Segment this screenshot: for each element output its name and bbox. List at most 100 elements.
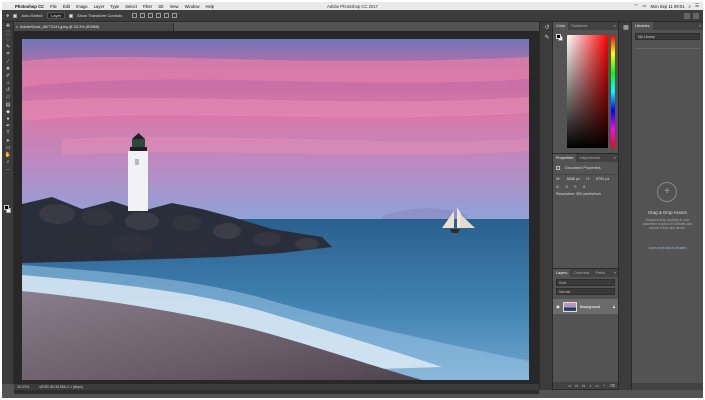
brush-settings-icon[interactable]: ✎ — [540, 32, 554, 42]
menu-window[interactable]: Window — [182, 4, 203, 9]
menu-type[interactable]: Type — [107, 4, 122, 9]
panel-menu-icon[interactable]: ≡ — [614, 22, 618, 30]
move-tool-icon[interactable]: ✥ — [2, 22, 14, 29]
menu-3d[interactable]: 3D — [155, 4, 166, 9]
clock[interactable]: Mon Sep 11 09:01 — [651, 4, 685, 9]
eyedropper-tool-icon[interactable]: ⁄ — [2, 58, 14, 65]
canvas-area[interactable] — [14, 31, 539, 384]
wifi-icon[interactable]: ◠ — [634, 3, 638, 9]
align-center-icon[interactable] — [164, 13, 170, 18]
zoom-tool-icon[interactable]: ⌕ — [2, 159, 14, 166]
align-bottom-icon[interactable] — [148, 13, 154, 18]
layer-row[interactable]: ◉ Background 🔒︎ — [553, 299, 618, 314]
align-left-icon[interactable] — [156, 13, 162, 18]
lock-icon[interactable]: 🔒︎ — [613, 304, 618, 309]
document-tab[interactable]: × AdobeStock_86772341.jpeg @ 33.3% (RGB/… — [14, 23, 174, 31]
path-select-icon[interactable]: ➤ — [2, 137, 14, 144]
more-tools-icon[interactable]: … — [2, 166, 14, 173]
align-buttons — [132, 13, 178, 18]
panel-menu-icon[interactable]: ≡ — [614, 154, 618, 162]
blur-tool-icon[interactable]: ◆ — [2, 108, 14, 115]
panel-menu-icon[interactable]: ≡ — [699, 22, 703, 30]
learn-more-link[interactable]: Learn more about Libraries — [632, 246, 703, 250]
show-transform-checkbox[interactable] — [69, 13, 74, 18]
foreground-color-chip[interactable] — [556, 34, 561, 39]
close-icon[interactable]: × — [16, 23, 18, 31]
menu-edit[interactable]: Edit — [60, 4, 73, 9]
fx-icon[interactable]: fx — [575, 383, 578, 388]
menu-view[interactable]: View — [167, 4, 182, 9]
menu-layer[interactable]: Layer — [91, 4, 107, 9]
height-value[interactable]: 5792 px — [596, 177, 610, 181]
layers-panel: Layers Channels Paths ≡ Kind Normal ◉ Ba… — [553, 269, 618, 390]
document-icon — [556, 166, 560, 170]
foreground-color-swatch[interactable] — [4, 205, 9, 210]
pen-tool-icon[interactable]: ✒ — [2, 123, 14, 130]
menu-help[interactable]: Help — [203, 4, 218, 9]
x-value[interactable]: 0 — [566, 185, 568, 189]
healing-brush-icon[interactable]: ✚ — [2, 65, 14, 72]
menu-select[interactable]: Select — [122, 4, 140, 9]
marquee-tool-icon[interactable]: ⬚ — [2, 29, 14, 36]
search-icon[interactable] — [684, 12, 690, 19]
tab-libraries[interactable]: Libraries — [632, 22, 653, 30]
menu-list-icon[interactable]: ☰ — [695, 3, 699, 9]
history-brush-icon[interactable]: ↺ — [2, 87, 14, 94]
properties-header: Document Properties — [553, 162, 618, 175]
menu-file[interactable]: File — [47, 4, 60, 9]
menu-image[interactable]: Image — [73, 4, 91, 9]
layer-name[interactable]: Background — [580, 305, 600, 309]
rectangle-tool-icon[interactable]: ▭ — [2, 144, 14, 151]
library-search-input[interactable] — [635, 43, 700, 49]
gradient-tool-icon[interactable]: ▤ — [2, 101, 14, 108]
adjustment-icon[interactable]: ◑ — [589, 383, 591, 388]
y-value[interactable]: 0 — [583, 185, 585, 189]
quick-select-tool-icon[interactable]: ✎ — [2, 44, 14, 51]
history-icon[interactable]: ↺ — [540, 22, 554, 32]
workspace-icon[interactable] — [693, 12, 699, 19]
width-value[interactable]: 8688 px — [567, 177, 581, 181]
clone-stamp-icon[interactable]: ⊥ — [2, 80, 14, 87]
new-layer-icon[interactable]: + — [603, 383, 605, 388]
brush-tool-icon[interactable]: ✐ — [2, 72, 14, 79]
auto-select-dropdown[interactable]: Layer — [47, 12, 66, 19]
align-middle-icon[interactable] — [140, 13, 146, 18]
align-right-icon[interactable] — [172, 13, 178, 18]
mask-icon[interactable]: ◘ — [582, 383, 584, 388]
tab-swatches[interactable]: Swatches — [568, 22, 590, 30]
libraries-icon[interactable]: ▦ — [619, 22, 633, 32]
dodge-tool-icon[interactable]: ● — [2, 115, 14, 122]
color-picker-field[interactable] — [567, 35, 608, 148]
horizontal-scrollbar[interactable] — [14, 390, 539, 394]
width-label: W: — [556, 177, 561, 181]
photoshop-window: Photoshop CC File Edit Image Layer Type … — [2, 2, 703, 398]
tab-properties[interactable]: Properties — [553, 154, 577, 162]
layer-kind-filter[interactable]: Kind — [556, 279, 615, 286]
link-layers-icon[interactable]: ∞ — [568, 383, 571, 388]
type-tool-icon[interactable]: T — [2, 130, 14, 137]
hand-tool-icon[interactable]: ✋ — [2, 151, 14, 158]
menu-app-name[interactable]: Photoshop CC — [12, 4, 47, 9]
search-icon[interactable]: ⌕ — [688, 4, 691, 9]
library-dropdown[interactable]: My Library — [635, 33, 700, 40]
tab-paths[interactable]: Paths — [592, 269, 608, 277]
lasso-tool-icon[interactable]: ◌ — [2, 36, 14, 43]
folder-icon[interactable]: ▭ — [595, 383, 599, 388]
crop-tool-icon[interactable]: ⌗ — [2, 51, 14, 58]
blend-mode-dropdown[interactable]: Normal — [556, 288, 615, 295]
tab-layers[interactable]: Layers — [553, 269, 571, 277]
battery-icon[interactable]: ▭ — [642, 3, 646, 9]
hue-slider[interactable] — [611, 35, 615, 148]
trash-icon[interactable]: ⌫ — [609, 383, 615, 388]
move-tool-icon[interactable]: ✥ — [6, 13, 9, 18]
visibility-eye-icon[interactable]: ◉ — [556, 304, 560, 309]
eraser-tool-icon[interactable]: ▱ — [2, 94, 14, 101]
menu-filter[interactable]: Filter — [140, 4, 155, 9]
tab-color[interactable]: Color — [553, 22, 569, 30]
document-image[interactable] — [22, 39, 529, 380]
panel-menu-icon[interactable]: ≡ — [614, 269, 618, 277]
tab-channels[interactable]: Channels — [570, 269, 592, 277]
tab-adjustments[interactable]: Adjustments — [576, 154, 603, 162]
align-top-icon[interactable] — [132, 13, 138, 18]
auto-select-checkbox[interactable] — [13, 13, 18, 18]
